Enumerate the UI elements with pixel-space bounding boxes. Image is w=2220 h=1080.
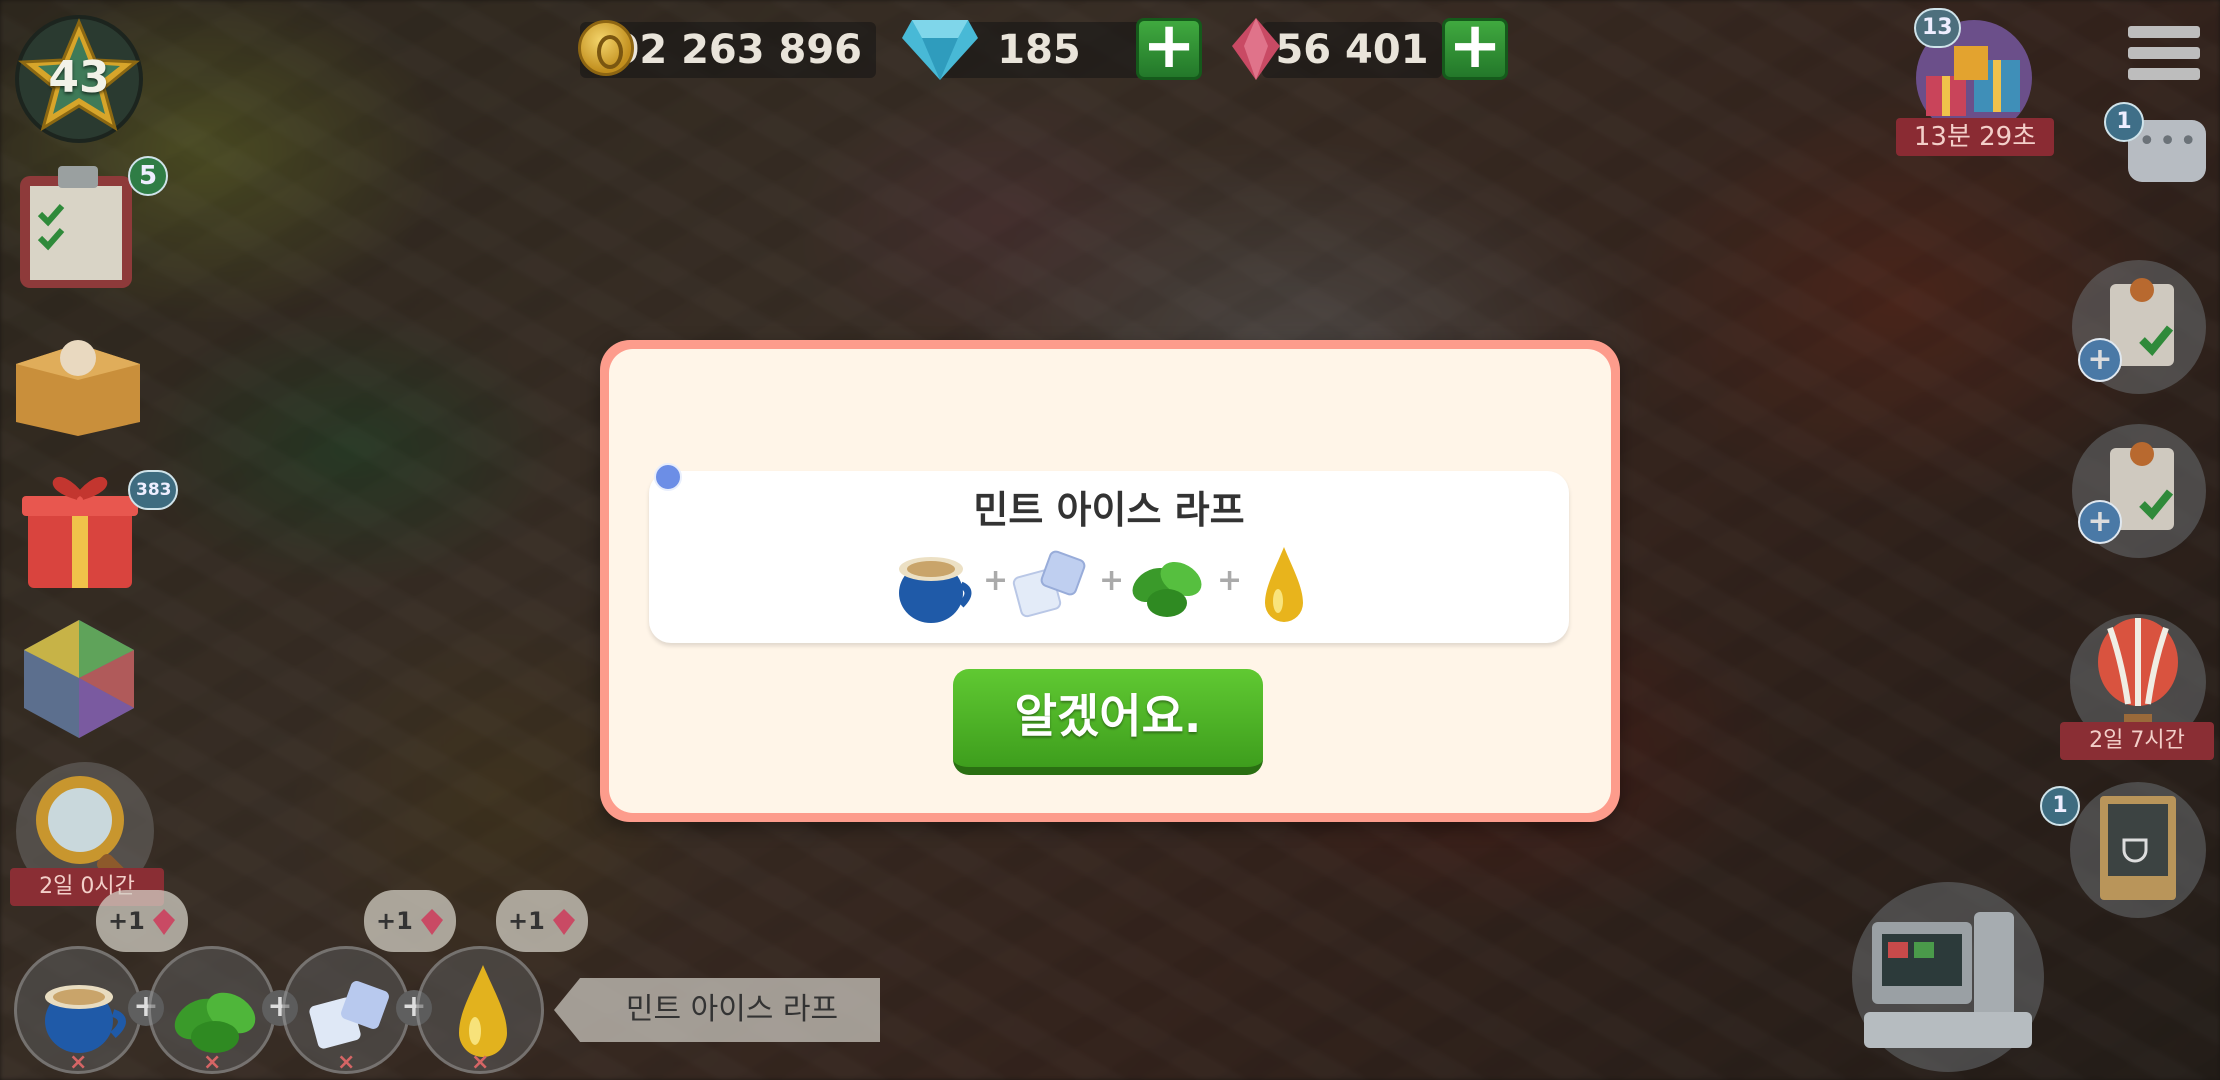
event-count-badge: 13 <box>1914 8 1961 48</box>
ruby-icon <box>1230 16 1282 82</box>
task-add-2[interactable]: + <box>2078 500 2122 544</box>
storage-box-button[interactable] <box>6 314 150 438</box>
event-timer: 13분 29초 <box>1896 118 2054 156</box>
cash-register-icon <box>1864 912 2032 1048</box>
ruby-counter: 56 401 <box>1262 22 1442 78</box>
ruby-icon <box>553 909 575 935</box>
coffee-cup-icon <box>895 545 973 625</box>
plus-sign: + <box>983 563 1009 598</box>
clipboard-icon <box>20 166 132 288</box>
ingredient-slot-syrup[interactable]: × <box>416 946 544 1075</box>
gem-amount: 185 <box>997 27 1081 73</box>
recipe-title: 민트 아이스 라프 <box>973 488 1245 532</box>
diamond-icon <box>900 16 980 82</box>
reward-label: +1 <box>508 907 545 935</box>
gift-icon <box>22 477 138 588</box>
ruby-icon <box>421 909 443 935</box>
ruby-reward-bubble-2: +1 <box>364 890 456 952</box>
ruby-reward-bubble-3: +1 <box>496 890 588 952</box>
reward-label: +1 <box>108 907 145 935</box>
level-number: 43 <box>48 52 110 103</box>
mint-leaves-icon <box>1129 545 1207 625</box>
balloon-timer: 2일 7시간 <box>2060 722 2214 760</box>
cash-register-button[interactable] <box>1852 882 2044 1072</box>
chalkboard-icon <box>2100 796 2176 900</box>
gift-box-button[interactable] <box>18 466 142 594</box>
reward-label: +1 <box>376 907 413 935</box>
color-gem-button[interactable] <box>18 616 140 742</box>
remove-ingredient-coffee[interactable]: × <box>69 1050 87 1075</box>
syrup-drop-icon <box>1245 545 1323 625</box>
ruby-amount: 56 401 <box>1275 27 1429 73</box>
ingredient-slot-mint[interactable]: × <box>148 946 276 1075</box>
ice-cubes-icon <box>1011 545 1089 625</box>
box-icon <box>16 340 140 436</box>
remove-ingredient-ice[interactable]: × <box>337 1050 355 1075</box>
recipe-dialog-body: 민트 아이스 라프 + + + 알겠어요. <box>609 349 1611 813</box>
recipe-card: 민트 아이스 라프 + + + <box>649 463 1569 643</box>
ruby-reward-bubble-1: +1 <box>96 890 188 952</box>
gifts-count-badge: 383 <box>128 470 178 510</box>
menu-icon[interactable] <box>2128 26 2200 80</box>
remove-ingredient-mint[interactable]: × <box>203 1050 221 1075</box>
plus-sign: + <box>1099 563 1125 598</box>
level-badge[interactable]: 43 <box>14 14 144 144</box>
ingredient-slot-coffee[interactable]: × <box>14 946 142 1075</box>
ruby-icon <box>153 909 175 935</box>
menu-board-button[interactable] <box>2070 782 2206 918</box>
task-add-1[interactable]: + <box>2078 338 2122 382</box>
coin-icon <box>578 20 634 76</box>
recipe-name-tag: 민트 아이스 라프 <box>554 978 880 1042</box>
ingredient-slot-ice[interactable]: × <box>282 946 410 1075</box>
remove-ingredient-syrup[interactable]: × <box>471 1050 489 1075</box>
orders-count-badge: 5 <box>128 156 168 196</box>
rainbow-gem-icon <box>24 620 134 738</box>
buy-gems-button[interactable]: + <box>1136 14 1202 80</box>
recipe-dialog: 민트 아이스 라프 + + + 알겠어요. <box>600 340 1620 822</box>
chat-count-badge: 1 <box>2104 102 2144 142</box>
ok-button[interactable]: 알겠어요. <box>953 669 1263 775</box>
plus-sign: + <box>1217 563 1243 598</box>
orders-clipboard-button[interactable] <box>14 162 142 292</box>
board-count-badge: 1 <box>2040 786 2080 826</box>
buy-rubies-button[interactable]: + <box>1442 14 1508 80</box>
